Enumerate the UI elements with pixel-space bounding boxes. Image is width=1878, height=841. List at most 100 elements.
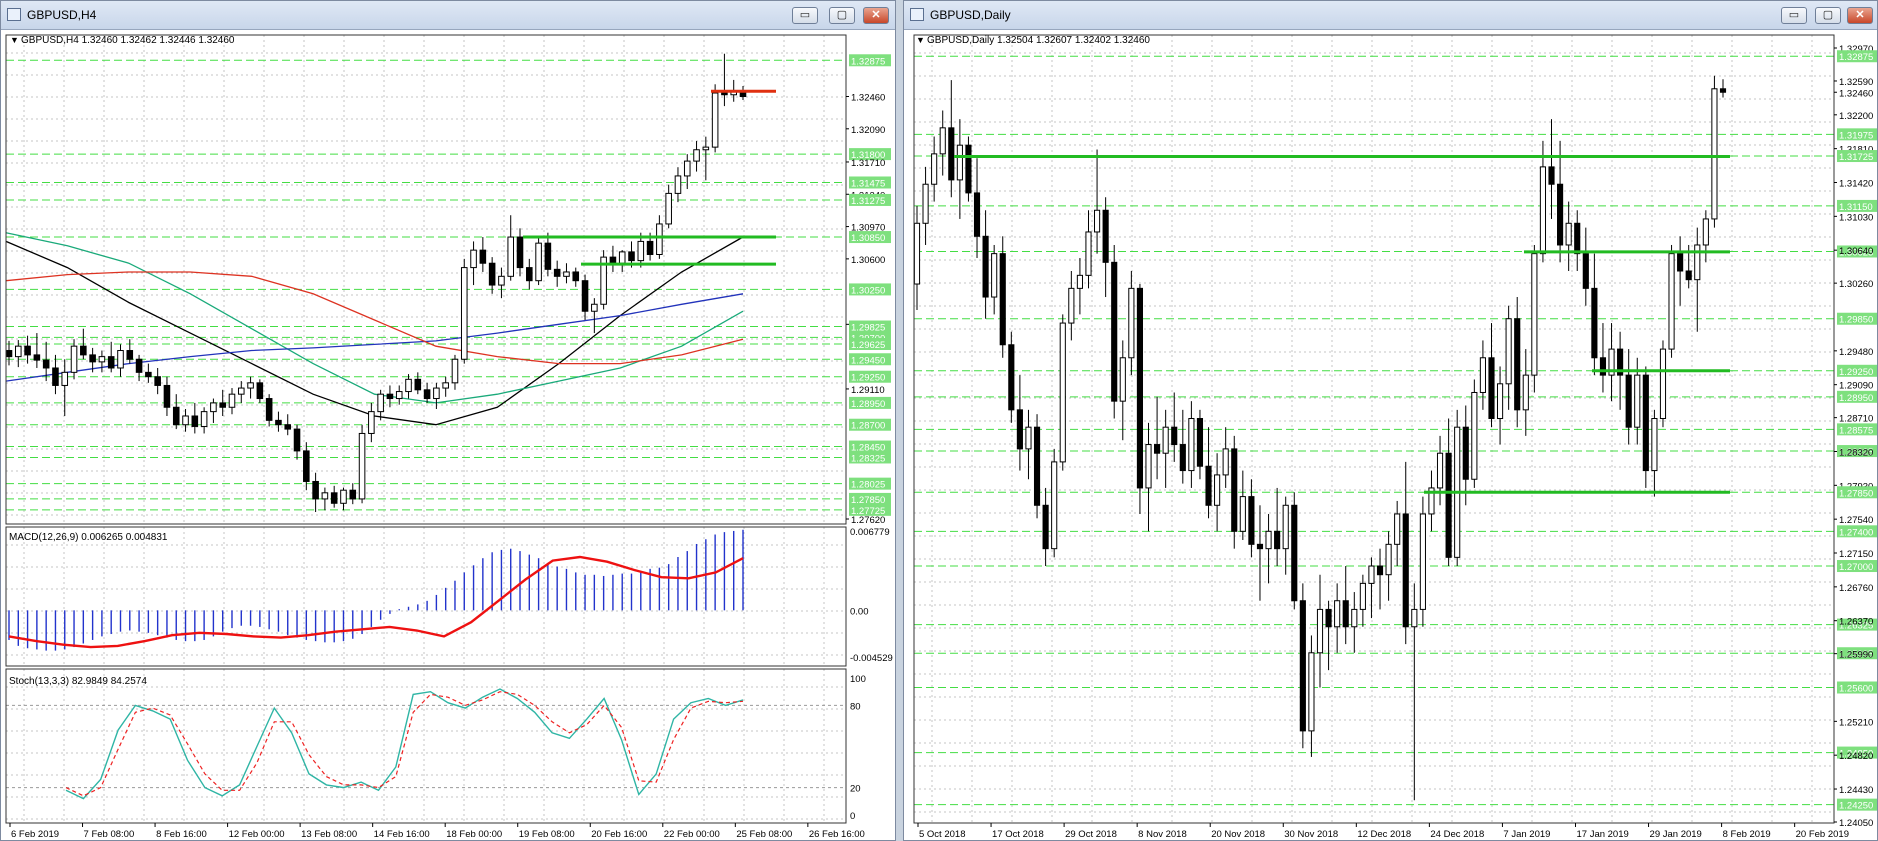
candle-bull (1145, 444, 1152, 489)
price-label-green: 1.29625 (851, 340, 885, 351)
candle-bear (646, 240, 654, 256)
title-bar-h4[interactable]: GBPUSD,H4 ▭ ▢ ✕ (1, 1, 895, 30)
candle-bull (922, 183, 929, 224)
time-label: 17 Jan 2019 (1576, 829, 1628, 840)
candle-bull (1539, 166, 1547, 255)
daily-chart-canvas[interactable]: 1.329701.328751.325901.324601.322001.319… (904, 30, 1877, 840)
stoch-axis-label: 0 (850, 811, 855, 822)
close-button[interactable]: ✕ (863, 7, 889, 24)
candle-bear (1033, 426, 1041, 506)
chart-window-daily[interactable]: GBPUSD,Daily ▭ ▢ ✕ 1.32970 1.32875 1.32590… (903, 0, 1878, 841)
candle-bull (358, 432, 366, 500)
candle-bull (1436, 452, 1444, 489)
candle-bear (965, 144, 972, 194)
candle-bear (1402, 513, 1409, 628)
candle-bull (321, 492, 329, 500)
time-label: 26 Feb 16:00 (809, 829, 865, 840)
candle-bull (956, 144, 963, 181)
candle-bear (1488, 357, 1495, 420)
horizontal-support-resistance-lines[interactable] (954, 154, 1730, 494)
price-label: 1.32460 (1839, 88, 1873, 99)
candle-bear (1179, 444, 1186, 472)
candle-bear (1548, 166, 1555, 185)
price-label: 1.27620 (851, 515, 885, 526)
chart-window-h4[interactable]: GBPUSD,H4 ▭ ▢ ✕ 1.32875 1.32460 1.32090 1.3… (0, 0, 896, 841)
time-label: 20 Nov 2018 (1211, 829, 1265, 840)
time-label: 20 Feb 16:00 (591, 829, 647, 840)
candle-bull (711, 92, 719, 148)
macd-panel (8, 529, 744, 651)
title-bar-daily[interactable]: GBPUSD,Daily ▭ ▢ ✕ (904, 1, 1877, 30)
candle-bear (1325, 608, 1332, 628)
candle-bear (1376, 565, 1384, 576)
close-button[interactable]: ✕ (1847, 7, 1873, 24)
candle-bull (1334, 600, 1341, 628)
time-label: 8 Nov 2018 (1138, 829, 1187, 840)
price-label: 1.24430 (1839, 785, 1873, 796)
price-label: 1.32460 (851, 93, 885, 104)
candle-bull (1076, 274, 1083, 289)
candle-bull (1522, 374, 1529, 411)
price-label: 1.24820 (1839, 751, 1873, 762)
candle-bull (535, 242, 542, 282)
candle-bull (591, 303, 598, 312)
candle-bear (1231, 448, 1238, 532)
collapse-triangle-icon[interactable]: ▼ (916, 35, 925, 45)
candle-bull (1093, 209, 1101, 233)
time-label: 17 Oct 2018 (992, 829, 1044, 840)
price-label: 1.30640 (1839, 246, 1873, 257)
collapse-triangle-icon[interactable]: ▼ (10, 35, 19, 45)
candle-bull (931, 153, 938, 185)
candle-bull (1265, 530, 1272, 550)
horizontal-support-resistance-lines[interactable] (523, 89, 776, 266)
candle-bear (52, 367, 59, 386)
candle-bull (1282, 504, 1289, 550)
candle-bull (442, 382, 449, 389)
time-label: 29 Jan 2019 (1650, 829, 1702, 840)
candle-bear (163, 384, 171, 408)
maximize-button[interactable]: ▢ (829, 7, 855, 24)
candle-bear (1445, 452, 1452, 558)
candle-bear (1111, 261, 1118, 402)
macd-axis-label: 0.006779 (850, 527, 890, 538)
candle-bear (1642, 374, 1649, 472)
h4-chart-canvas[interactable]: 1.328751.324601.320901.318001.317101.314… (1, 30, 895, 840)
minimize-button[interactable]: ▭ (792, 7, 818, 24)
price-label-green: 1.30250 (851, 285, 885, 296)
candle-bull (674, 175, 682, 194)
time-label: 12 Dec 2018 (1357, 829, 1411, 840)
time-label: 7 Feb 08:00 (84, 829, 135, 840)
stoch-axis-label: 20 (850, 784, 861, 795)
candle-bear (1136, 287, 1144, 489)
candle-bear (5, 350, 13, 358)
price-label-green: 1.27400 (1839, 527, 1873, 538)
candle-bear (275, 419, 282, 426)
candle-bull (1051, 461, 1058, 550)
h4-info-line: GBPUSD,H4 1.32460 1.32462 1.32446 1.3246… (21, 35, 235, 46)
candle-bull (247, 382, 254, 389)
stoch-axis-label: 80 (850, 701, 861, 712)
stoch-axis-label: 100 (850, 674, 866, 685)
candlesticks (5, 53, 747, 513)
candle-bull (618, 251, 626, 264)
time-label: 24 Dec 2018 (1430, 829, 1484, 840)
time-label: 18 Feb 00:00 (446, 829, 502, 840)
price-label-green: 1.29250 (851, 373, 885, 384)
candle-bull (939, 127, 946, 155)
window-title-daily: GBPUSD,Daily (930, 8, 1011, 22)
macd-axis-label: 0.00 (850, 606, 869, 617)
minimize-button[interactable]: ▭ (1781, 7, 1807, 24)
maximize-button[interactable]: ▢ (1815, 7, 1841, 24)
stochastic-panel (6, 688, 846, 800)
time-label: 22 Feb 00:00 (664, 829, 720, 840)
candle-bull (1394, 513, 1401, 545)
candle-bull (340, 489, 347, 504)
candle-bull (1059, 322, 1066, 463)
candle-bull (1222, 448, 1229, 476)
candle-bear (1196, 418, 1204, 467)
chart-window-icon (910, 8, 924, 21)
candle-bull (1351, 608, 1358, 628)
candle-bull (1411, 608, 1418, 628)
candle-bull (683, 160, 691, 177)
price-label-green: 1.27000 (1839, 562, 1873, 573)
